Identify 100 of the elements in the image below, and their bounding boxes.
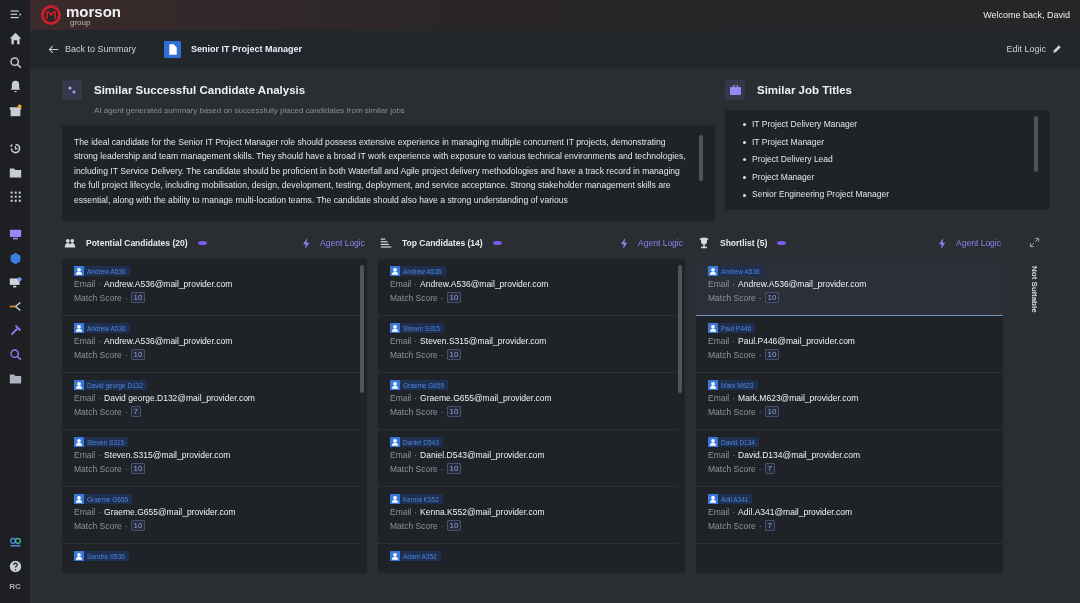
match-score-badge: 10	[446, 520, 462, 531]
separator-dot: ·	[414, 393, 418, 403]
expand-icon	[1028, 237, 1040, 248]
score-label: Match Score	[74, 520, 122, 531]
match-score-badge: 10	[130, 463, 146, 474]
email-label: Email	[390, 279, 412, 289]
separator-dot: ·	[98, 507, 102, 517]
email-label: Email	[390, 336, 412, 346]
user-initials[interactable]: RC	[9, 582, 21, 591]
email-value: Paul.P446@mail_provider.com	[738, 336, 855, 346]
separator-dot: ·	[124, 406, 128, 417]
match-score-badge: 10	[130, 520, 146, 531]
match-score-badge: 10	[130, 292, 146, 303]
column-title: Shortlist (5)	[720, 238, 768, 248]
bullet-icon	[743, 158, 746, 162]
separator-dot: ·	[414, 450, 418, 460]
email-value: David george.D132@mail_provider.com	[104, 393, 255, 403]
bell-icon	[8, 79, 22, 93]
email-label: Email	[390, 450, 412, 460]
folder-icon	[8, 371, 22, 385]
score-label: Match Score	[74, 463, 122, 474]
separator-dot: ·	[98, 336, 102, 346]
job-title-item: Project Manager	[752, 170, 815, 184]
pencil-icon	[1052, 44, 1062, 54]
trophy-icon	[698, 237, 710, 249]
scrollbar[interactable]	[1034, 116, 1038, 172]
score-label: Match Score	[708, 520, 756, 531]
score-label: Match Score	[390, 349, 438, 360]
separator-dot: ·	[440, 520, 444, 531]
separator-dot: ·	[732, 336, 736, 346]
gift-icon	[8, 103, 22, 117]
separator-dot: ·	[758, 349, 762, 360]
separator-dot: ·	[732, 507, 736, 517]
document-icon	[164, 40, 182, 58]
desktop-icon	[8, 275, 22, 289]
separator-dot: ·	[124, 349, 128, 360]
score-label: Match Score	[74, 406, 122, 417]
separator-dot: ·	[98, 279, 102, 289]
score-label: Match Score	[74, 349, 122, 360]
separator-dot: ·	[440, 292, 444, 303]
email-value: Graeme.G655@mail_provider.com	[420, 393, 552, 403]
email-label: Email	[390, 393, 412, 403]
scrollbar[interactable]	[678, 265, 682, 393]
email-label: Email	[708, 279, 730, 289]
agent-logic-link[interactable]: Agent Logic	[619, 237, 683, 249]
score-label: Match Score	[390, 463, 438, 474]
back-link[interactable]: Back to Summary	[48, 43, 137, 55]
job-title-item: Senior Engineering Project Manager	[752, 188, 890, 202]
match-score-badge: 10	[130, 349, 146, 360]
score-label: Match Score	[74, 292, 122, 303]
separator-dot: ·	[414, 279, 418, 289]
person-icon	[708, 266, 718, 276]
email-value: Mark.M623@mail_provider.com	[738, 393, 859, 403]
separator-dot: ·	[732, 279, 736, 289]
email-value: Andrew.A536@mail_provider.com	[104, 279, 233, 289]
column-title: Top Candidates (14)	[402, 238, 483, 248]
section-subtitle: AI agent generated summary based on successfully placed candidates from similar jobs	[94, 106, 406, 115]
email-value: Steven.S315@mail_provider.com	[420, 336, 547, 346]
person-icon	[74, 266, 84, 276]
briefcase-icon	[725, 80, 745, 100]
toggle-icon[interactable]	[197, 241, 207, 245]
search-icon	[8, 347, 22, 361]
welcome-text: Welcome back, David	[983, 10, 1070, 20]
email-label: Email	[74, 393, 96, 403]
person-icon	[390, 494, 400, 504]
person-icon	[708, 437, 718, 447]
match-score-badge: 10	[446, 406, 462, 417]
logo-icon	[40, 4, 62, 26]
person-icon	[390, 551, 400, 561]
person-icon	[74, 380, 84, 390]
email-value: Andrew.A536@mail_provider.com	[104, 336, 233, 346]
group-icon	[64, 237, 76, 249]
separator-dot: ·	[414, 336, 418, 346]
toggle-icon[interactable]	[492, 241, 502, 245]
separator-dot: ·	[124, 463, 128, 474]
section-title: Similar Successful Candidate Analysis	[94, 84, 307, 96]
not-suitable-label[interactable]: Not Suitable	[1029, 266, 1039, 313]
edit-logic-link[interactable]: Edit Logic	[1006, 44, 1062, 54]
separator-dot: ·	[440, 406, 444, 417]
person-icon	[74, 437, 84, 447]
person-icon	[390, 437, 400, 447]
scrollbar[interactable]	[360, 265, 364, 393]
email-value: Steven.S315@mail_provider.com	[104, 450, 231, 460]
agent-logic-link[interactable]: Agent Logic	[301, 237, 365, 249]
toggle-icon[interactable]	[777, 241, 787, 245]
agent-logic-link[interactable]: Agent Logic	[937, 237, 1001, 249]
person-icon	[74, 494, 84, 504]
email-label: Email	[74, 450, 96, 460]
separator-dot: ·	[440, 463, 444, 474]
bullet-icon	[743, 193, 746, 197]
list-icon	[380, 237, 392, 249]
separator-dot: ·	[758, 520, 762, 531]
email-label: Email	[708, 336, 730, 346]
summary-text: The ideal candidate for the Senior IT Project Manager role should possess extensive experience in managing multiple concurrent IT projects, demonstrating strong leadership and team management skills. They should have a broad IT work experience with exposure to various technical environments and technologies, including IT Service Delivery. The candidate should be proficient in both Waterfall and Agile project delivery methodologies and have a track record in managing the full project lifecycle, including mobilisation, design, development, testing, deployment, and service acceptance. Strong stakeholder management skills are essential, along with the ability to manage multi-location teams. The candidate should also have a strong understanding of various	[74, 136, 687, 207]
scrollbar[interactable]	[699, 135, 703, 181]
email-value: Andrew.A536@mail_provider.com	[420, 279, 549, 289]
match-score-badge: 7	[130, 406, 141, 417]
email-value: Adil.A341@mail_provider.com	[738, 507, 853, 517]
bullet-icon	[743, 176, 746, 180]
cube-icon	[8, 251, 22, 265]
